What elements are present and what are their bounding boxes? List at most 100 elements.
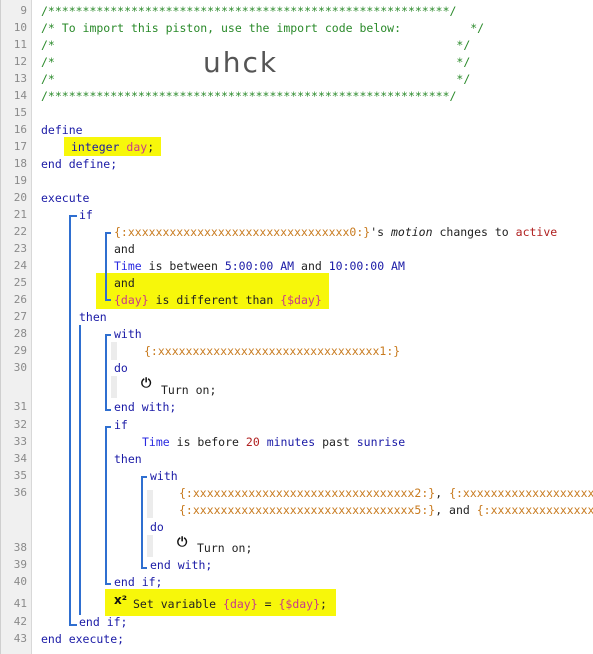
do-keyword[interactable]: do [114,361,128,375]
line-number: 43 [13,632,27,645]
line-number: 20 [13,191,27,204]
line-number: 31 [13,400,27,413]
end-if-keyword[interactable]: end if; [79,615,127,629]
value: active [515,225,558,239]
block-guide [105,334,111,336]
comment-line: /***************************************… [41,89,457,103]
indent-guide [147,490,153,518]
line-number: 39 [13,558,27,571]
device-list[interactable]: {:xxxxxxxxxxxxxxxxxxxxxxxxxxxxxxxx2:}, {… [179,486,593,500]
condition-time[interactable]: Time is between 5:00:00 AM and 10:00:00 … [114,259,405,273]
line-number: 12 [13,55,27,68]
with-keyword[interactable]: with [150,469,178,483]
if-keyword[interactable]: if [114,418,128,432]
block-guide [69,215,71,625]
device-ref: {:xxxxxxxxxxxxxxxxxxxxxxxxxxxxxxxx0:} [114,225,371,239]
condition-sunrise[interactable]: Time is before 20 minutes past sunrise [142,435,405,449]
end-execute-keyword[interactable]: end execute; [41,632,124,646]
operator: is between [148,259,218,273]
time-value: 5:00:00 AM [224,259,295,273]
and-word: and [301,259,322,273]
event: sunrise [356,435,406,449]
variable-declaration[interactable]: integer day; [71,140,154,154]
indent-guide [147,535,153,557]
semicolon: ; [320,597,327,611]
expression: {$day} [278,597,321,611]
block-guide [105,426,111,428]
line-number: 40 [13,575,27,588]
turn-on-command[interactable]: Turn on; [161,383,216,397]
line-number: 14 [13,89,27,102]
indent-guide [111,376,117,398]
turn-on-command[interactable]: Turn on; [197,541,252,555]
condition-variable[interactable]: {day} is different than {$day} [114,293,322,307]
line-number: 17 [13,140,27,153]
then-keyword[interactable]: then [114,452,142,466]
line-number: 22 [13,225,27,238]
line-number: 28 [13,327,27,340]
time-value: 10:00:00 AM [328,259,405,273]
separator: , and [435,503,470,517]
line-number: 35 [13,469,27,482]
device-ref: {:xxxxxxxxxxxxxxxxxxxxxxxxxxxxxxxx5:} [179,503,436,517]
comment-line: /***************************************… [41,4,457,18]
line-number: 27 [13,310,27,323]
end-define-keyword[interactable]: end define; [41,157,117,171]
line-number-gutter: 9 10 11 12 13 14 15 16 17 18 19 20 21 22… [1,0,32,654]
end-if-keyword[interactable]: end if; [114,575,162,589]
and-operator[interactable]: and [114,242,135,256]
var-name: day [126,140,148,154]
piston-editor: 9 10 11 12 13 14 15 16 17 18 19 20 21 22… [0,0,593,654]
operator: changes to [439,225,509,239]
line-number: 19 [13,174,27,187]
set-label: Set variable [133,597,217,611]
condition-motion[interactable]: {:xxxxxxxxxxxxxxxxxxxxxxxxxxxxxxxx0:}'s … [114,225,557,239]
with-keyword[interactable]: with [114,327,142,341]
line-number: 36 [13,486,27,499]
variable-ref: {day} [114,293,149,307]
line-number: 38 [13,541,27,554]
then-keyword[interactable]: then [79,310,107,324]
separator: , [435,486,443,500]
line-number: 33 [13,435,27,448]
operator: is before [176,435,239,449]
device-ref[interactable]: {:xxxxxxxxxxxxxxxxxxxxxxxxxxxxxxxx1:} [144,344,400,358]
set-variable-icon: x² [114,593,127,607]
line-number: 10 [13,21,27,34]
if-keyword[interactable]: if [79,208,93,222]
define-keyword[interactable]: define [41,123,83,137]
device-ref: {:xxxxxxxxxxxxxxxxxxxxxxxxxxxxxxxx2:} [179,486,436,500]
block-guide [141,567,147,569]
block-guide [79,325,81,615]
line-number: 29 [13,344,27,357]
block-guide [105,232,107,300]
variable-ref: {day} [223,597,258,611]
execute-keyword[interactable]: execute [41,191,89,205]
block-guide [105,299,111,301]
line-number: 26 [13,293,27,306]
power-icon: ⏻ [141,376,152,391]
line-number: 42 [13,615,27,628]
device-list[interactable]: {:xxxxxxxxxxxxxxxxxxxxxxxxxxxxxxxx5:}, a… [179,503,593,517]
and-operator[interactable]: and [114,276,135,290]
equals: = [264,597,272,611]
possessive: 's [370,225,385,239]
line-number: 21 [13,208,27,221]
line-number: 23 [13,242,27,255]
import-code[interactable]: uhck [203,46,278,79]
block-guide [105,583,111,585]
attribute: motion [390,225,433,239]
line-number: 13 [13,72,27,85]
device-ref: {:xxxxxxxxxxxxxxxxxxxxxx [449,486,593,500]
block-guide [141,476,147,478]
end-with-keyword[interactable]: end with; [114,400,176,414]
set-variable-statement[interactable]: Set variable {day} = {$day}; [133,597,327,611]
indent-guide [111,342,117,360]
line-number: 16 [13,123,27,136]
block-guide [105,409,111,411]
block-guide [105,232,111,234]
operator: is different than [155,293,274,307]
end-with-keyword[interactable]: end with; [150,558,212,572]
do-keyword[interactable]: do [150,520,164,534]
comment-line: /* To import this piston, use the import… [41,21,485,35]
